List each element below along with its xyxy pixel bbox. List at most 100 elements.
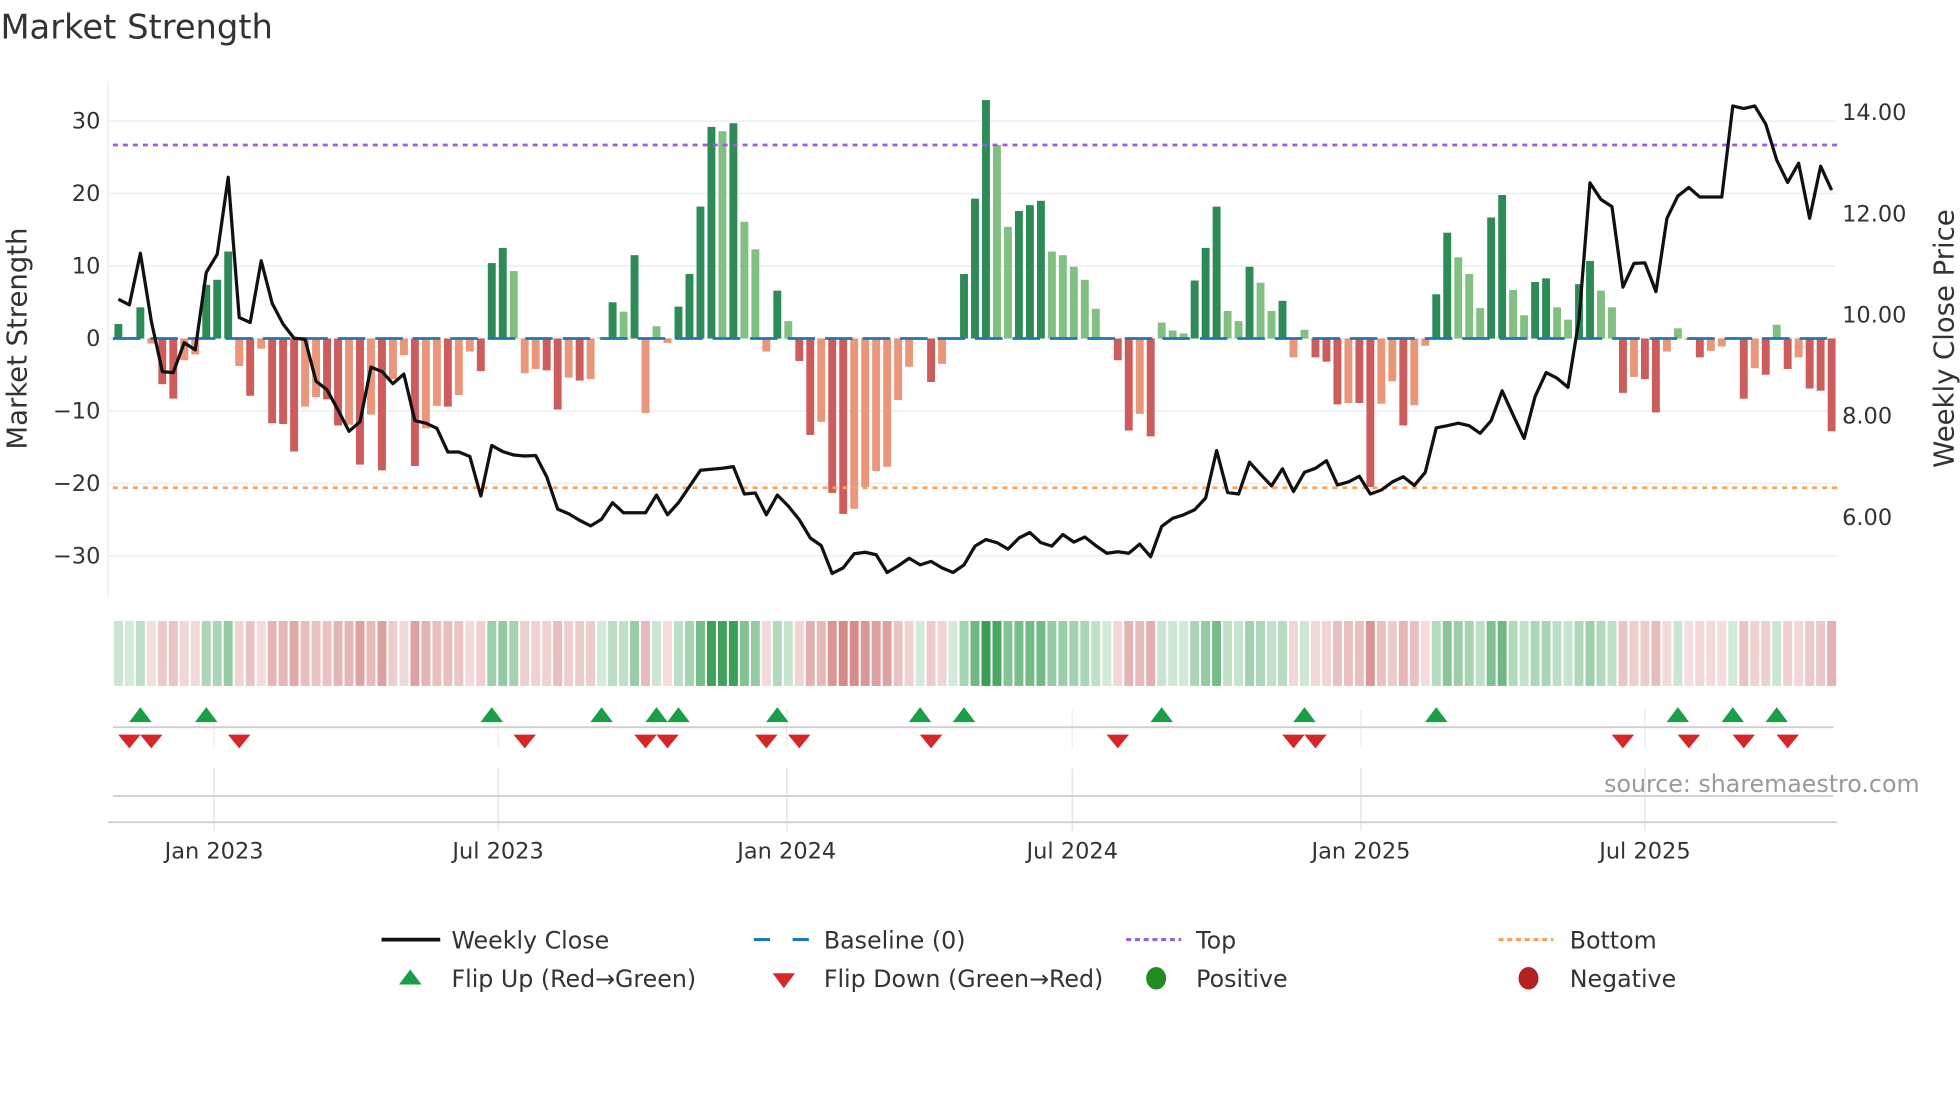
heatmap-cell (1739, 620, 1749, 686)
heatmap-cell (553, 620, 563, 686)
heatmap-cell (575, 620, 585, 686)
strength-bar (1443, 232, 1452, 339)
heatmap-cell (1387, 620, 1397, 686)
strength-bar (1080, 279, 1089, 339)
heatmap-cell (970, 620, 980, 686)
heatmap-cell (684, 620, 694, 686)
heatmap-cell (959, 620, 969, 686)
heatmap-cell (992, 620, 1002, 686)
heatmap-cell (168, 620, 178, 686)
y-axis-label: Market Strength (2, 228, 34, 450)
heatmap-cell (1343, 620, 1353, 686)
flip-down-marker (1282, 734, 1305, 749)
heatmap-cell (1278, 620, 1287, 686)
strength-bar (1135, 338, 1144, 414)
strength-bar (1706, 338, 1715, 351)
strength-bar (1794, 338, 1803, 358)
y-tick-label: 0 (86, 326, 100, 352)
legend-item-flip-up: Flip Up (Red→Green) (399, 965, 696, 993)
heatmap-cell (1431, 620, 1441, 686)
y-tick-label: 30 (72, 109, 101, 135)
strength-bar (1256, 282, 1265, 339)
heatmap-cell (1750, 620, 1760, 686)
strength-bar (520, 338, 529, 374)
y-tick-label: 20 (72, 181, 101, 207)
heatmap-cell (1003, 620, 1013, 686)
heatmap-cell (1376, 620, 1386, 686)
heatmap-cell (1047, 620, 1057, 686)
y2-tick-label: 14.00 (1842, 100, 1906, 126)
strength-bar (993, 144, 1001, 339)
strength-bar (213, 279, 222, 339)
flip-up-marker (1721, 707, 1745, 723)
strength-bar (1157, 322, 1166, 339)
strength-bar (1355, 338, 1364, 403)
heatmap-cell (1629, 620, 1639, 686)
flip-up-marker (590, 707, 613, 723)
strength-bar (1509, 289, 1518, 339)
strength-bar (971, 198, 979, 339)
strength-bar (1113, 338, 1122, 361)
legend-label: Flip Down (Green→Red) (824, 965, 1103, 993)
flip-up-marker (766, 707, 789, 723)
heatmap-cell (498, 620, 508, 686)
flip-down-marker (140, 734, 163, 749)
heatmap-cell (1234, 620, 1244, 686)
heatmap-cell (630, 620, 640, 686)
strength-bar (1695, 338, 1704, 358)
heatmap-cell (1321, 620, 1331, 686)
strength-bar (443, 338, 452, 407)
legend-label: Weekly Close (451, 926, 609, 954)
strength-bar (982, 100, 990, 339)
heatmap-cell (838, 620, 848, 686)
heatmap-cell (1497, 620, 1507, 686)
flip-up-marker (908, 707, 932, 723)
strength-bar (729, 123, 738, 339)
flip-down-marker (118, 734, 141, 749)
strength-bar (1410, 338, 1419, 406)
strength-bar (1564, 319, 1572, 339)
strength-bar (1651, 338, 1660, 413)
strength-bar (696, 206, 705, 339)
strength-bars (114, 100, 1836, 514)
strength-bar (817, 338, 826, 422)
y-tick-label: −20 (53, 471, 100, 497)
heatmap-cell (926, 620, 936, 686)
heatmap-cell (1530, 620, 1540, 686)
heatmap-cell (1288, 620, 1298, 686)
strength-bar (1805, 338, 1814, 389)
strength-bar (1289, 338, 1298, 358)
strength-bar (224, 251, 233, 339)
strength-bar (1542, 278, 1551, 339)
strength-bar (279, 338, 288, 425)
flip-up-marker (1150, 707, 1173, 723)
flip-up-marker (645, 707, 668, 723)
strength-bar (1267, 310, 1276, 339)
strength-bar (674, 306, 683, 339)
heatmap-cell (1717, 620, 1727, 686)
strength-bar (1146, 338, 1155, 437)
heatmap-cell (1190, 620, 1200, 686)
heatmap-cell (673, 620, 683, 686)
strength-bar (795, 338, 804, 361)
heatmap-cell (421, 620, 431, 686)
strength-bar (542, 338, 551, 371)
strength-bar (1311, 338, 1320, 358)
heatmap-cell (542, 620, 552, 686)
heatmap-cell (981, 620, 991, 686)
heatmap-cell (1673, 620, 1683, 686)
legend: Weekly Close Baseline (0) Top Bottom Fli… (381, 926, 1676, 993)
heatmap-cell (1014, 620, 1024, 686)
strength-bar (257, 338, 266, 349)
heatmap-cell (1783, 620, 1793, 686)
heatmap-cell (344, 620, 354, 686)
heatmap-cell (256, 620, 266, 686)
red-circle-icon (1518, 967, 1539, 990)
flip-down-marker (1776, 734, 1799, 749)
heatmap-cell (794, 620, 804, 686)
heatmap-cell (608, 620, 618, 686)
heatmap-cell (948, 620, 958, 686)
strength-bar (1619, 338, 1627, 393)
strength-bar (1377, 338, 1386, 404)
heatmap-cell (1827, 620, 1837, 686)
